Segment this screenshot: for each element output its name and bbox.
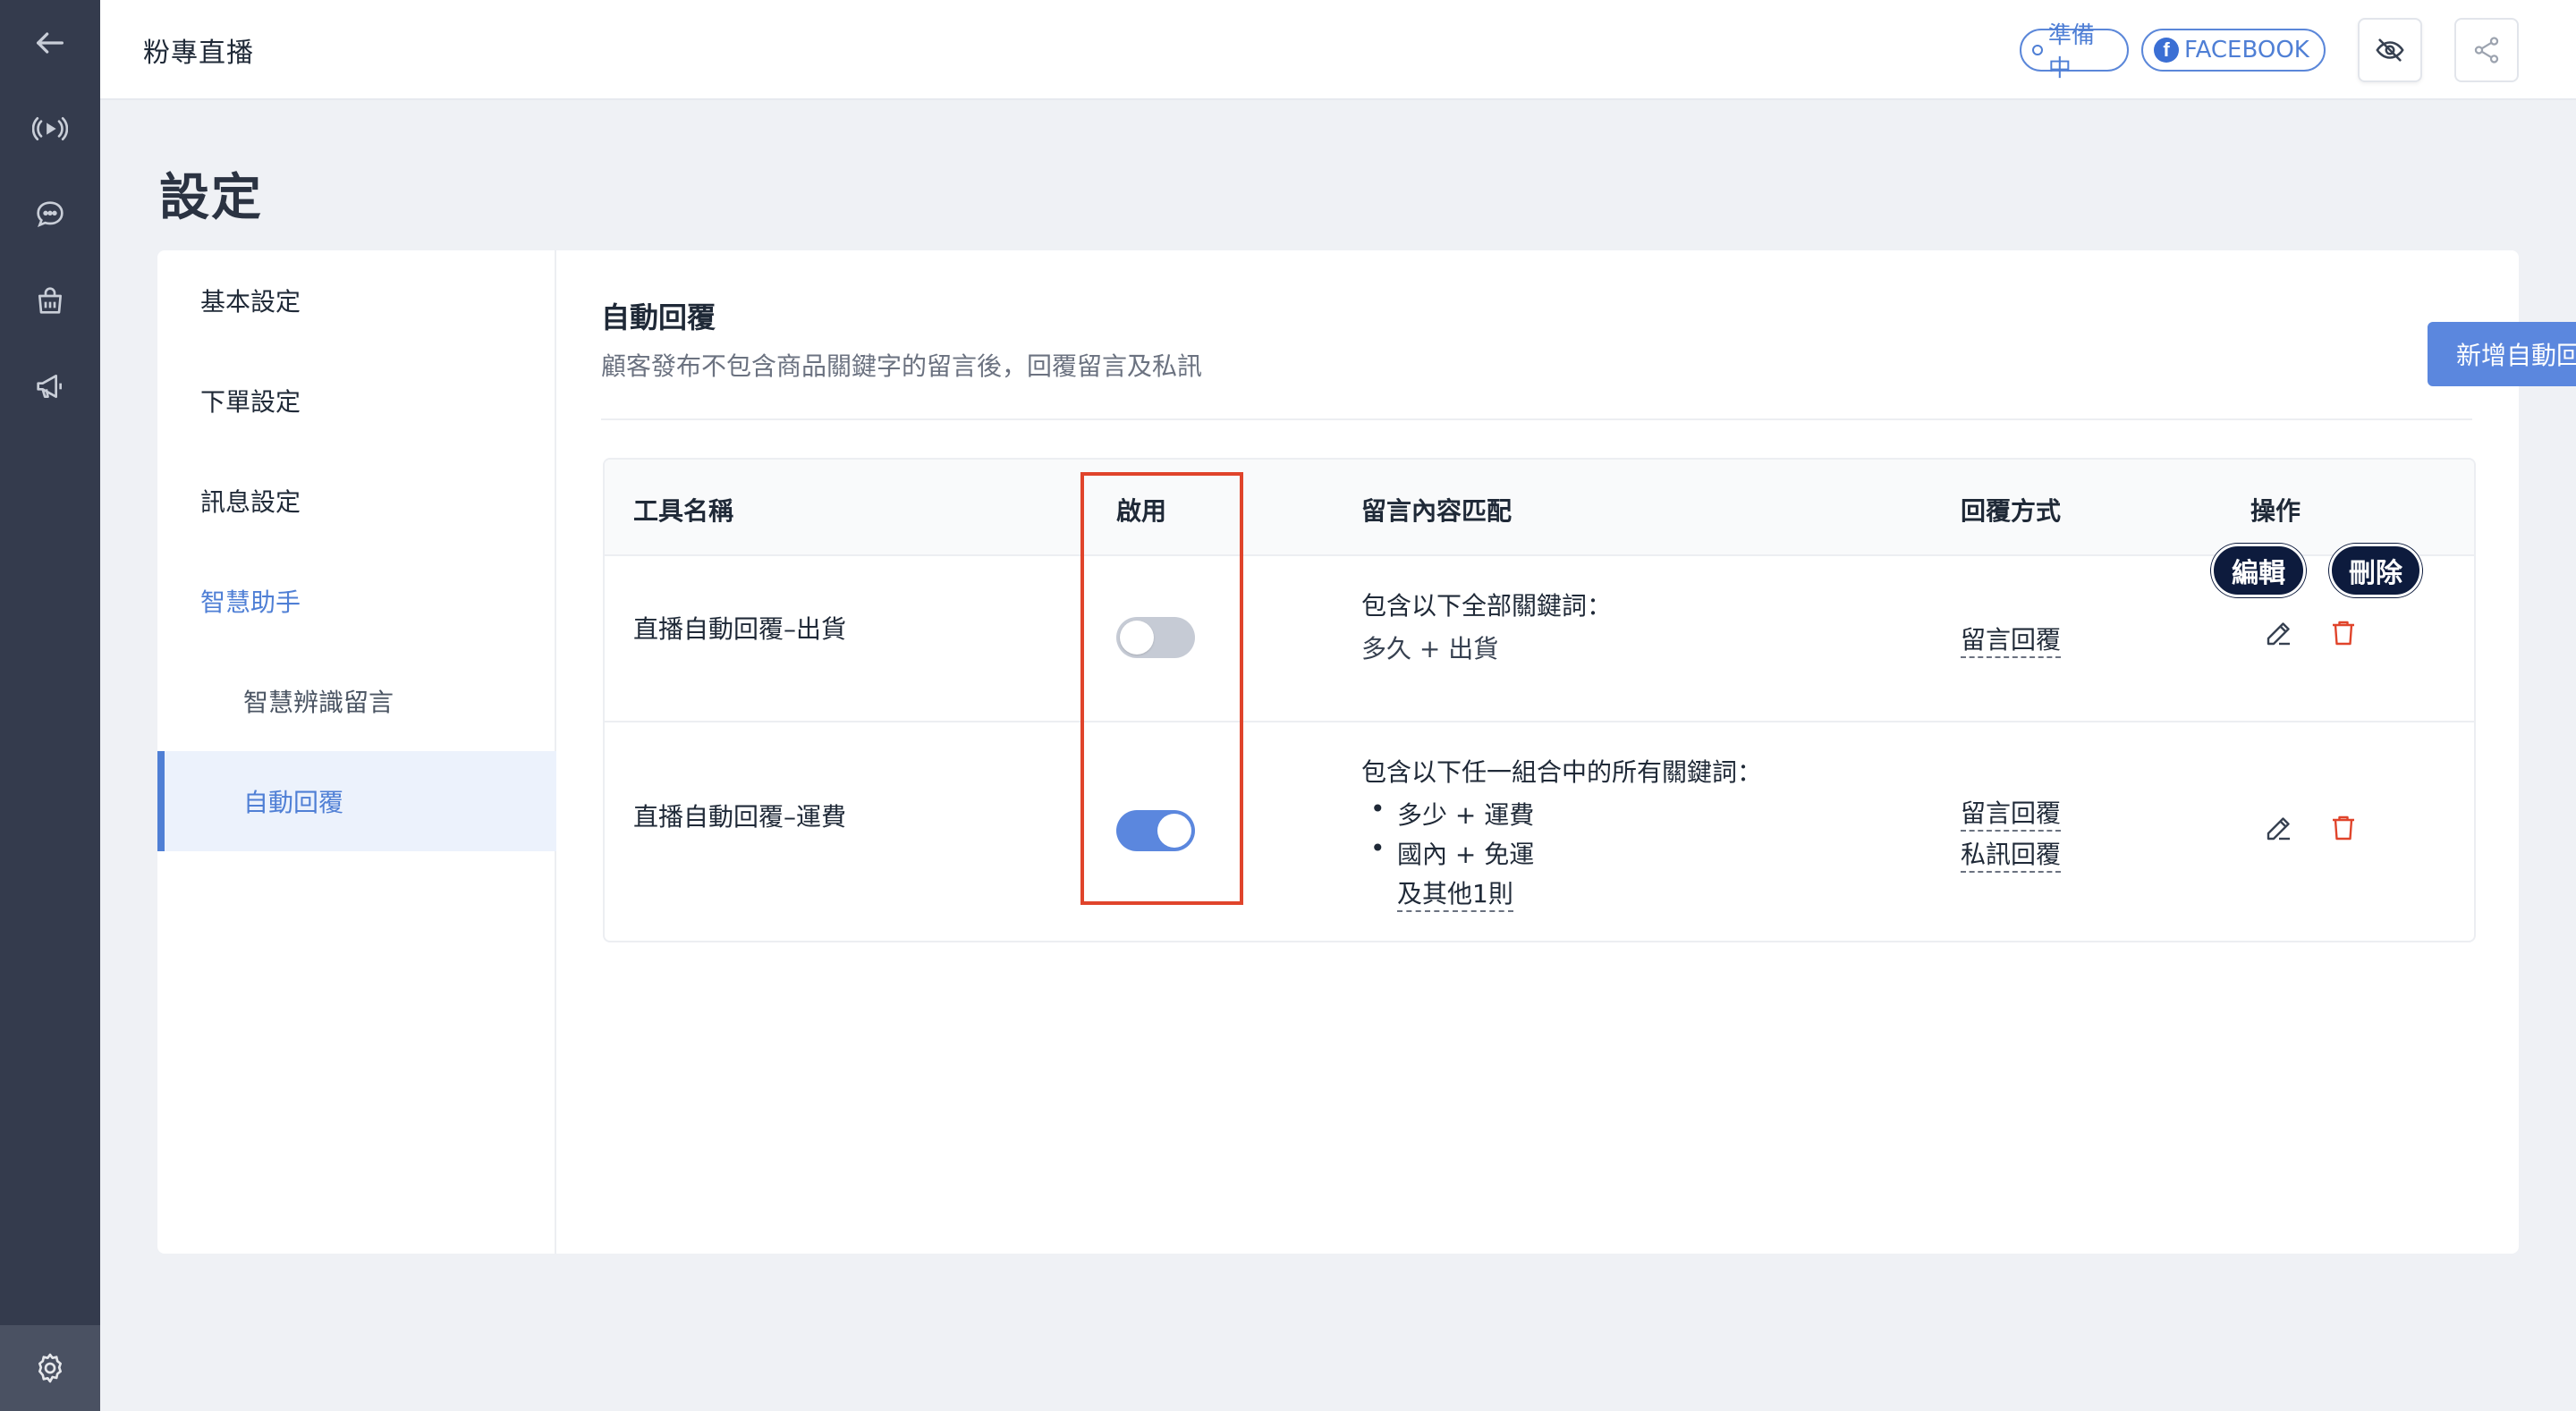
nav-item-basic[interactable]: 基本設定 xyxy=(157,250,556,351)
reply-method[interactable]: 留言回覆 xyxy=(1961,798,2062,832)
auto-reply-table: 工具名稱 啟用 留言內容匹配 回覆方式 操作 直播自動回覆–出貨 包含以下全部關… xyxy=(603,458,2476,942)
delete-tooltip: 刪除 xyxy=(2329,544,2422,597)
rail-settings-button[interactable] xyxy=(0,1325,100,1411)
nav-item-label: 智慧辨識留言 xyxy=(243,688,394,717)
enable-column-highlight xyxy=(1080,472,1243,905)
settings-heading: 設定 xyxy=(159,169,263,227)
match-title: 包含以下全部關鍵詞： xyxy=(1361,591,1613,621)
back-button[interactable] xyxy=(0,0,100,86)
left-rail xyxy=(0,0,100,1411)
nav-item-label: 智慧助手 xyxy=(200,587,301,617)
gear-icon xyxy=(38,1353,62,1383)
status-badge: 準備中 xyxy=(2020,22,2129,82)
page-title: 粉專直播 xyxy=(143,38,254,69)
top-bar: 粉專直播 準備中 f FACEBOOK xyxy=(100,0,2576,100)
match-keyword-item: 多少 + 運費 xyxy=(1370,794,1534,832)
match-title: 包含以下任一組合中的所有關鍵詞： xyxy=(1361,757,1763,787)
pencil-icon xyxy=(2267,817,2290,841)
nav-item-order[interactable]: 下單設定 xyxy=(157,351,556,451)
broadcast-icon xyxy=(32,117,68,140)
header-reply: 回覆方式 xyxy=(1961,496,2062,526)
edit-button[interactable] xyxy=(2261,615,2297,651)
platform-badge: f FACEBOOK xyxy=(2141,29,2326,72)
table-header: 工具名稱 啟用 留言內容匹配 回覆方式 操作 xyxy=(605,460,2474,556)
reply-method[interactable]: 留言回覆 xyxy=(1961,625,2062,658)
nav-item-label: 自動回覆 xyxy=(243,788,344,817)
nav-item-message[interactable]: 訊息設定 xyxy=(157,451,556,551)
share-button[interactable] xyxy=(2454,18,2519,82)
platform-label: FACEBOOK xyxy=(2184,37,2309,63)
header-match: 留言內容匹配 xyxy=(1361,496,1513,526)
settings-side-nav: 基本設定 下單設定 訊息設定 智慧助手 智慧辨識留言 自動回覆 xyxy=(157,250,556,1254)
reply-method-list: 留言回覆 xyxy=(1961,621,2062,658)
delete-button[interactable] xyxy=(2326,810,2361,846)
chat-bubble-icon xyxy=(37,201,64,228)
tool-name: 直播自動回覆–出貨 xyxy=(633,614,847,644)
match-keyword-item: 國內 + 免運 xyxy=(1370,833,1534,871)
rail-marketing-button[interactable] xyxy=(0,343,100,429)
back-arrow-icon xyxy=(37,32,64,54)
trash-icon xyxy=(2333,621,2354,646)
share-icon xyxy=(2474,37,2499,63)
facebook-icon: f xyxy=(2154,38,2179,63)
table-row: 直播自動回覆–運費 包含以下任一組合中的所有關鍵詞： 多少 + 運費 國內 + … xyxy=(605,722,2474,941)
reply-method-wrap: 私訊回覆 xyxy=(1961,835,2062,873)
nav-item-label: 基本設定 xyxy=(200,287,301,317)
edit-button[interactable] xyxy=(2261,810,2297,846)
section-description: 顧客發布不包含商品關鍵字的留言後，回覆留言及私訊 xyxy=(601,351,1203,381)
match-keywords: 多久 + 出貨 xyxy=(1361,634,1499,663)
add-auto-reply-button[interactable]: 新增自動回覆 xyxy=(2428,322,2576,386)
tool-name: 直播自動回覆–運費 xyxy=(633,802,847,832)
rail-shop-button[interactable] xyxy=(0,258,100,343)
eye-slash-icon xyxy=(2376,38,2404,62)
edit-tooltip: 編輯 xyxy=(2211,544,2306,597)
delete-button[interactable] xyxy=(2326,615,2361,651)
nav-item-auto-reply[interactable]: 自動回覆 xyxy=(157,751,556,851)
rail-live-button[interactable] xyxy=(0,86,100,172)
reply-method-wrap: 留言回覆 xyxy=(1961,794,2062,832)
table-row: 直播自動回覆–出貨 包含以下全部關鍵詞： 多久 + 出貨 留言回覆 xyxy=(605,556,2474,722)
match-more-wrap: 及其他1則 xyxy=(1397,874,1513,912)
visibility-button[interactable] xyxy=(2358,18,2422,82)
megaphone-icon xyxy=(37,375,62,398)
header-actions: 操作 xyxy=(2250,496,2301,526)
nav-item-smart-comment[interactable]: 智慧辨識留言 xyxy=(157,651,556,751)
nav-item-label: 訊息設定 xyxy=(200,487,301,517)
nav-item-label: 下單設定 xyxy=(200,387,301,417)
trash-icon xyxy=(2333,815,2354,841)
rail-chat-button[interactable] xyxy=(0,172,100,258)
section-divider xyxy=(601,418,2472,420)
status-dot-icon xyxy=(2032,45,2043,55)
header-name: 工具名稱 xyxy=(633,496,734,526)
section-title: 自動回覆 xyxy=(601,300,716,334)
nav-item-smart-assistant[interactable]: 智慧助手 xyxy=(157,551,556,651)
reply-method[interactable]: 私訊回覆 xyxy=(1961,840,2062,873)
status-label: 準備中 xyxy=(2047,22,2095,82)
match-more-link[interactable]: 及其他1則 xyxy=(1397,879,1513,912)
pencil-icon xyxy=(2267,622,2290,646)
shopping-bag-icon xyxy=(38,287,62,314)
